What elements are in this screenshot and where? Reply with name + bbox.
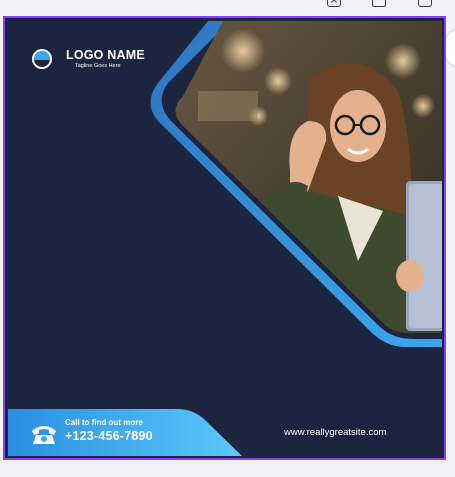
circle-logo-icon — [32, 49, 52, 69]
logo-name[interactable]: LOGO NAME — [66, 49, 145, 62]
call-label[interactable]: Call to find out more — [65, 419, 153, 427]
logo-block[interactable]: LOGO NAME Tagline Goes Here — [32, 49, 145, 69]
photo-layer — [8, 21, 442, 456]
selected-design-canvas[interactable]: LOGO NAME Tagline Goes Here Call to find… — [3, 16, 446, 460]
website-url[interactable]: www.reallygreatsite.com — [284, 427, 386, 438]
duplicate-page-icon[interactable] — [372, 0, 386, 7]
export-up-icon[interactable] — [327, 0, 341, 7]
side-panel-handle[interactable] — [445, 30, 455, 66]
logo-tagline[interactable]: Tagline Goes Here — [75, 63, 145, 70]
logo-text: LOGO NAME Tagline Goes Here — [66, 49, 145, 69]
contact-text: Call to find out more +123-456-7890 — [65, 419, 153, 443]
phone-number[interactable]: +123-456-7890 — [65, 430, 153, 443]
editor-workspace: LOGO NAME Tagline Goes Here Call to find… — [0, 0, 455, 477]
add-page-icon[interactable] — [418, 0, 432, 7]
telephone-icon — [32, 426, 56, 444]
page-toolbar — [0, 0, 455, 14]
design-page: LOGO NAME Tagline Goes Here Call to find… — [8, 21, 442, 456]
woman-photo — [175, 21, 442, 333]
